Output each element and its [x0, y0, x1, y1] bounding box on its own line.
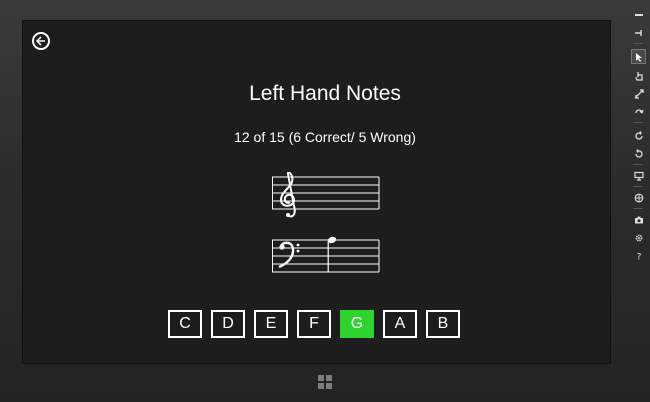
note-button-e[interactable]: E	[254, 310, 288, 338]
note-button-c[interactable]: C	[168, 310, 202, 338]
toolbar-separator	[633, 186, 643, 187]
help-icon[interactable]: ?	[632, 249, 645, 262]
minimize-icon[interactable]	[632, 8, 645, 21]
bass-clef-icon	[278, 241, 300, 269]
windows-logo-tile	[326, 375, 332, 381]
treble-clef-icon	[279, 172, 296, 218]
svg-text:?: ?	[636, 252, 641, 261]
page-title: Left Hand Notes	[249, 82, 401, 105]
answer-buttons: C D E F G A B	[168, 310, 460, 338]
toolbar-separator	[633, 164, 643, 165]
note-button-g[interactable]: G	[340, 310, 374, 338]
windows-logo-tile	[326, 383, 332, 389]
simulator-toolbar: ?	[630, 6, 646, 266]
bass-note-g	[327, 236, 337, 272]
rotate-touch-icon[interactable]	[632, 105, 645, 118]
treble-staff	[272, 172, 380, 218]
screenshot-icon[interactable]	[632, 213, 645, 226]
settings-icon[interactable]	[632, 231, 645, 244]
pinch-zoom-icon[interactable]	[632, 87, 645, 100]
note-button-a[interactable]: A	[383, 310, 417, 338]
toolbar-separator	[633, 208, 643, 209]
note-button-d[interactable]: D	[211, 310, 245, 338]
progress-text: 12 of 15 (6 Correct/ 5 Wrong)	[234, 129, 416, 145]
touch-mode-icon[interactable]	[632, 69, 645, 82]
pin-icon[interactable]	[632, 26, 645, 39]
back-button[interactable]	[32, 32, 50, 50]
windows-home-button[interactable]	[318, 375, 332, 389]
rotate-counterclockwise-icon[interactable]	[632, 147, 645, 160]
mouse-mode-icon[interactable]	[631, 49, 646, 64]
windows-logo-tile	[318, 383, 324, 389]
rotate-clockwise-icon[interactable]	[632, 129, 645, 142]
windows-logo-icon	[318, 375, 324, 381]
toolbar-separator	[633, 122, 643, 123]
note-button-b[interactable]: B	[426, 310, 460, 338]
set-location-icon[interactable]	[632, 191, 645, 204]
note-button-f[interactable]: F	[297, 310, 331, 338]
bass-staff	[272, 236, 380, 273]
toolbar-separator	[633, 43, 643, 44]
back-arrow-icon	[36, 36, 45, 46]
change-resolution-icon[interactable]	[632, 169, 645, 182]
